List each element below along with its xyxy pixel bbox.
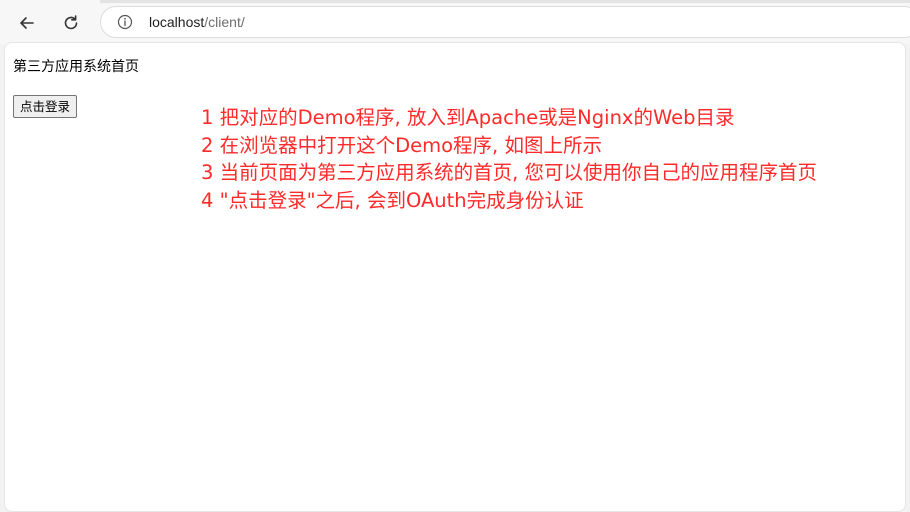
url-path: /client/ bbox=[204, 14, 245, 30]
back-arrow-icon bbox=[20, 17, 34, 29]
login-button[interactable]: 点击登录 bbox=[13, 95, 78, 118]
instruction-line: 2 在浏览器中打开这个Demo程序, 如图上所示 bbox=[201, 133, 602, 157]
page-viewport: 第三方应用系统首页 点击登录 1 把对应的Demo程序, 放入到Apache或是… bbox=[4, 42, 906, 512]
instruction-line: 4 "点击登录"之后, 会到OAuth完成身份认证 bbox=[201, 188, 584, 212]
url-text[interactable]: localhost/client/ bbox=[149, 14, 245, 30]
instruction-line: 3 当前页面为第三方应用系统的首页, 您可以使用你自己的应用程序首页 bbox=[201, 161, 818, 184]
page-title: 第三方应用系统首页 bbox=[13, 59, 139, 75]
info-icon[interactable] bbox=[117, 14, 133, 30]
instructions-list: 1 把对应的Demo程序, 放入到Apache或是Nginx的Web目录 2 在… bbox=[201, 104, 817, 214]
url-host: localhost bbox=[149, 14, 205, 30]
back-button[interactable] bbox=[12, 8, 42, 38]
reload-icon bbox=[64, 15, 78, 30]
address-bar[interactable]: localhost/client/ bbox=[100, 6, 910, 38]
reload-button[interactable] bbox=[56, 8, 86, 38]
tab-strip bbox=[100, 0, 910, 3]
browser-toolbar: localhost/client/ bbox=[0, 0, 910, 44]
instruction-line: 1 把对应的Demo程序, 放入到Apache或是Nginx的Web目录 bbox=[201, 106, 735, 129]
